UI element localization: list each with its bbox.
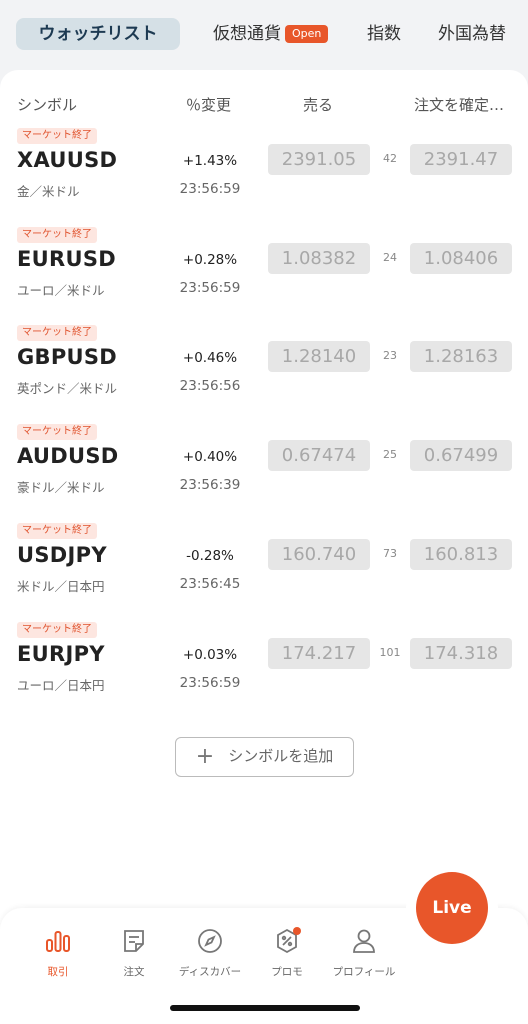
nav-profile-label: プロフィール — [332, 966, 396, 978]
sell-price-button[interactable]: 0.67474 — [268, 440, 370, 471]
percent-change: -0.28% — [186, 548, 234, 564]
nav-trade-label: 取引 — [47, 966, 69, 978]
market-closed-badge: マーケット終了 — [17, 128, 97, 144]
quote-time: 23:56:56 — [179, 378, 241, 394]
sell-price-button[interactable]: 1.08382 — [268, 243, 370, 274]
watchlist-row-eurusd[interactable]: マーケット終了 EURUSD ユーロ／米ドル +0.28% 23:56:59 1… — [0, 227, 528, 325]
nav-promo-label: プロモ — [271, 966, 303, 978]
nav-discover-label: ディスカバー — [178, 966, 242, 978]
buy-price-button[interactable]: 1.08406 — [410, 243, 512, 274]
add-symbol-button[interactable]: + シンボルを追加 — [175, 737, 354, 777]
buy-price-button[interactable]: 174.318 — [410, 638, 512, 669]
market-closed-badge: マーケット終了 — [17, 424, 97, 440]
percent-change: +0.46% — [182, 350, 238, 366]
bar-chart-icon — [46, 931, 70, 952]
sell-price-button[interactable]: 2391.05 — [268, 144, 370, 175]
symbol-name: USDJPY — [17, 543, 107, 567]
nav-profile[interactable]: プロフィール — [324, 926, 404, 979]
symbol-description: 英ポンド／米ドル — [17, 381, 118, 396]
column-header-change: ％変更 — [186, 96, 232, 114]
spread-value: 73 — [383, 547, 397, 560]
market-closed-badge: マーケット終了 — [17, 227, 97, 243]
tab-crypto[interactable]: 仮想通貨 Open — [213, 18, 329, 50]
market-closed-badge: マーケット終了 — [17, 622, 97, 638]
watchlist-row-gbpusd[interactable]: マーケット終了 GBPUSD 英ポンド／米ドル +0.46% 23:56:56 … — [0, 325, 528, 423]
column-header-order: 注文を確定… — [414, 96, 505, 114]
spread-value: 23 — [383, 349, 397, 362]
watchlist-row-usdjpy[interactable]: マーケット終了 USDJPY 米ドル／日本円 -0.28% 23:56:45 1… — [0, 523, 528, 621]
column-header-sell: 売る — [303, 96, 334, 114]
nav-promo[interactable]: プロモ — [247, 926, 327, 979]
live-button[interactable]: Live — [416, 872, 488, 944]
tab-watchlist[interactable]: ウォッチリスト — [16, 18, 180, 50]
percent-change: +0.03% — [182, 647, 238, 663]
spread-value: 101 — [379, 646, 401, 659]
symbol-name: EURJPY — [17, 642, 105, 666]
nav-orders-label: 注文 — [123, 966, 145, 978]
nav-trade[interactable]: 取引 — [18, 926, 98, 979]
nav-orders[interactable]: 注文 — [94, 926, 174, 979]
symbol-name: AUDUSD — [17, 444, 119, 468]
percent-change: +0.40% — [182, 449, 238, 465]
buy-price-button[interactable]: 2391.47 — [410, 144, 512, 175]
top-tab-bar: ウォッチリスト 仮想通貨 Open 指数 外国為替 — [0, 0, 528, 70]
watchlist-row-xauusd[interactable]: マーケット終了 XAUUSD 金／米ドル +1.43% 23:56:59 239… — [0, 128, 528, 226]
market-closed-badge: マーケット終了 — [17, 325, 97, 341]
quote-time: 23:56:59 — [179, 675, 241, 691]
tab-indices[interactable]: 指数 — [367, 18, 401, 50]
symbol-name: XAUUSD — [17, 148, 118, 172]
percent-change: +0.28% — [182, 252, 238, 268]
symbol-description: 金／米ドル — [17, 184, 80, 199]
spread-value: 42 — [383, 152, 397, 165]
compass-icon — [198, 929, 222, 953]
symbol-description: ユーロ／日本円 — [17, 678, 105, 693]
plus-icon: + — [195, 744, 215, 769]
percent-change: +1.43% — [182, 153, 238, 169]
market-closed-badge: マーケット終了 — [17, 523, 97, 539]
quote-time: 23:56:45 — [179, 576, 241, 592]
sell-price-button[interactable]: 160.740 — [268, 539, 370, 570]
column-header-symbol: シンボル — [17, 96, 78, 114]
tab-crypto-label: 仮想通貨 — [213, 24, 281, 44]
symbol-name: EURUSD — [17, 247, 116, 271]
watchlist-row-eurjpy[interactable]: マーケット終了 EURJPY ユーロ／日本円 +0.03% 23:56:59 1… — [0, 622, 528, 720]
buy-price-button[interactable]: 1.28163 — [410, 341, 512, 372]
quote-time: 23:56:59 — [179, 280, 241, 296]
nav-discover[interactable]: ディスカバー — [170, 926, 250, 979]
buy-price-button[interactable]: 0.67499 — [410, 440, 512, 471]
spread-value: 25 — [383, 448, 397, 461]
buy-price-button[interactable]: 160.813 — [410, 539, 512, 570]
tab-forex[interactable]: 外国為替 — [438, 18, 506, 50]
quote-time: 23:56:59 — [179, 181, 241, 197]
sell-price-button[interactable]: 174.217 — [268, 638, 370, 669]
symbol-name: GBPUSD — [17, 345, 118, 369]
add-symbol-label: シンボルを追加 — [228, 747, 334, 765]
open-badge: Open — [285, 25, 329, 43]
home-indicator — [170, 1005, 360, 1011]
spread-value: 24 — [383, 251, 397, 264]
user-icon — [353, 929, 375, 953]
symbol-description: 米ドル／日本円 — [17, 579, 105, 594]
symbol-description: ユーロ／米ドル — [17, 283, 105, 298]
note-icon — [124, 930, 144, 952]
quote-time: 23:56:39 — [179, 477, 241, 493]
symbol-description: 豪ドル／米ドル — [17, 480, 105, 495]
watchlist-panel: シンボル ％変更 売る 注文を確定… マーケット終了 XAUUSD 金／米ドル … — [0, 70, 528, 930]
watchlist-row-audusd[interactable]: マーケット終了 AUDUSD 豪ドル／米ドル +0.40% 23:56:39 0… — [0, 424, 528, 522]
discount-tag-icon — [277, 927, 301, 954]
sell-price-button[interactable]: 1.28140 — [268, 341, 370, 372]
